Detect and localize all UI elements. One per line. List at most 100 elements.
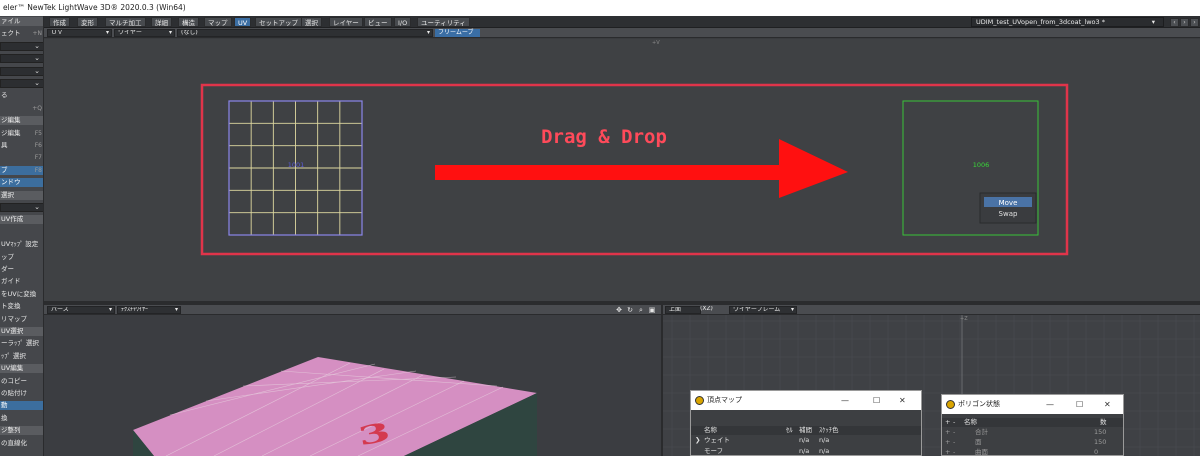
zoom-view-icon[interactable]: ⌕ — [637, 306, 645, 314]
expand-arrow-icon[interactable]: ❯ — [695, 436, 700, 445]
add-icon[interactable]: + — [945, 428, 950, 437]
add-icon[interactable]: + — [945, 448, 950, 455]
table-row[interactable]: + - 合計 150 — [942, 428, 1123, 437]
menu-tab[interactable]: 作成 — [49, 17, 70, 27]
top-view-type-dropdown[interactable]: 上面 — [665, 306, 701, 314]
menu-tab[interactable]: レイヤー — [329, 17, 363, 27]
left-panel-item[interactable] — [0, 228, 43, 237]
left-panel-item[interactable]: ェクト +N — [0, 29, 43, 38]
maximize-icon[interactable]: ☐ — [873, 391, 880, 410]
free-move-button[interactable]: フリームーブ — [435, 29, 480, 37]
uv-view-type-dropdown[interactable]: ＵＶ ▾ — [47, 29, 112, 37]
left-panel-item[interactable]: UVﾏｯﾌﾟ 設定 — [0, 240, 43, 249]
minimize-icon[interactable]: — — [841, 391, 849, 410]
left-panel-item[interactable]: をUVに変換 — [0, 290, 43, 299]
left-panel-item-label: UVﾏｯﾌﾟ 設定 — [1, 240, 39, 249]
add-icon[interactable]: + — [945, 438, 950, 447]
left-panel-item[interactable]: 動 — [0, 401, 43, 411]
col-name: 名称 — [704, 426, 717, 434]
left-panel-item-label: 選択 — [1, 190, 14, 199]
top-render-style-dropdown[interactable]: ワイヤーフレーム ▾ — [729, 306, 797, 314]
chevron-down-icon: ⌄ — [34, 79, 40, 87]
rotate-view-icon[interactable]: ↻ — [626, 306, 634, 314]
left-panel-item[interactable]: ⌄ — [0, 66, 43, 76]
lightwave-logo-icon — [695, 396, 704, 405]
row-name: ウェイト — [704, 436, 730, 444]
close-icon[interactable]: ✕ — [1104, 395, 1111, 414]
perspective-viewport[interactable]: 3 — [44, 315, 661, 456]
menu-tab[interactable]: セットアップ — [255, 17, 302, 27]
left-panel-item[interactable]: F7 — [0, 153, 43, 162]
left-panel-item[interactable]: る — [0, 91, 43, 100]
uv-viewport[interactable]: +V 1001 Drag & Drop 1006 Move Swap — [44, 39, 1200, 301]
left-panel-item-label: のコピー — [1, 376, 27, 385]
left-panel-item[interactable]: ガイド — [0, 277, 43, 286]
menu-tab[interactable]: UV — [234, 17, 252, 27]
minimize-icon[interactable]: — — [1046, 395, 1054, 414]
nav-next-icon[interactable]: › — [1180, 18, 1189, 27]
chevron-down-icon: ⌄ — [34, 41, 40, 50]
add-icon[interactable]: + — [945, 418, 950, 427]
table-header: + - 名称 数 — [942, 418, 1123, 427]
uv-viewport-toolbar: ＵＶ ▾ ワイヤー ▾ (なし) ▾ フリームーブ — [44, 28, 1200, 38]
object-selector[interactable]: UDIM_test_UVopen_from_3dcoat_lwo3 * ▾ — [971, 17, 1164, 27]
left-panel-item[interactable]: の貼付け — [0, 389, 43, 398]
left-panel-item[interactable]: ンドウ — [0, 178, 43, 188]
udim-tile-1001-label: 1001 — [288, 161, 305, 169]
menu-tab[interactable]: I/O — [394, 17, 412, 27]
maximize-view-icon[interactable]: ▣ — [648, 306, 656, 314]
row-interp: n/a — [799, 447, 810, 455]
left-panel-item[interactable]: ⌄ — [0, 203, 43, 212]
left-panel-item-label: 動 — [1, 401, 8, 410]
left-panel-item[interactable]: ⌄ — [0, 41, 43, 51]
persp-view-type-dropdown[interactable]: パース ▾ — [47, 306, 115, 314]
left-panel-item[interactable]: 具 F6 — [0, 141, 43, 150]
remove-icon[interactable]: - — [953, 438, 955, 447]
uv-map-dropdown[interactable]: (なし) ▾ — [177, 29, 433, 37]
left-panel-item[interactable]: ト変換 — [0, 302, 43, 311]
move-view-icon[interactable]: ✥ — [615, 306, 623, 314]
top-view-type-label: 上面 — [669, 306, 682, 313]
table-row[interactable]: ❯ ウェイト n/a n/a — [691, 436, 921, 445]
menu-tab[interactable]: 選択 — [301, 17, 322, 27]
close-icon[interactable]: ✕ — [899, 391, 906, 410]
table-row[interactable]: + - 曲面 0 — [942, 448, 1123, 455]
persp-render-style-dropdown[interactable]: ﾃｸｽﾁｬﾜｲﾔｰ ▾ — [117, 306, 181, 314]
left-panel-shortcut: +N — [32, 30, 42, 38]
menu-tab[interactable]: 構造 — [178, 17, 199, 27]
nav-prev-icon[interactable]: ‹ — [1170, 18, 1179, 27]
left-panel-item[interactable]: ブ F8 — [0, 165, 43, 175]
col-count: 数 — [1100, 418, 1107, 426]
left-panel-item[interactable]: ップ — [0, 253, 43, 262]
uv-view-type-label: ＵＶ — [51, 29, 64, 36]
menu-tab[interactable]: 変形 — [77, 17, 98, 27]
menu-tab[interactable]: ユーティリティ — [417, 17, 470, 27]
left-panel-item[interactable]: ーラｯﾌﾟ 選択 — [0, 339, 43, 348]
row-count: 150 — [1094, 438, 1107, 446]
menu-tab[interactable]: 詳細 — [151, 17, 172, 27]
remove-icon[interactable]: - — [953, 448, 955, 455]
col-interp: 補間 — [799, 426, 812, 434]
remove-icon[interactable]: - — [953, 418, 955, 427]
layer-menu-icon[interactable]: › — [1190, 18, 1199, 27]
left-panel-item-label: ｯﾌﾟ 選択 — [1, 351, 26, 360]
table-row[interactable]: モーフ n/a n/a — [691, 447, 921, 455]
left-panel-item[interactable]: の直線化 — [0, 439, 43, 448]
left-panel-item[interactable]: ジ編集 F5 — [0, 129, 43, 138]
left-panel-item[interactable]: ダー — [0, 265, 43, 274]
menu-tab[interactable]: マルチ加工 — [105, 17, 146, 27]
left-panel-item[interactable]: リマップ — [0, 315, 43, 324]
left-panel-item[interactable]: +Q — [0, 104, 43, 113]
uv-render-style-dropdown[interactable]: ワイヤー ▾ — [114, 29, 175, 37]
menu-tab[interactable]: ビュー — [364, 17, 392, 27]
menu-swap-label[interactable]: Swap — [999, 210, 1018, 218]
left-panel-item[interactable]: ⌄ — [0, 54, 43, 64]
left-panel-item[interactable]: 換 — [0, 414, 43, 423]
table-row[interactable]: + - 面 150 — [942, 438, 1123, 447]
maximize-icon[interactable]: ☐ — [1076, 395, 1083, 414]
left-panel-item[interactable]: ⌄ — [0, 79, 43, 88]
menu-tab[interactable]: マップ — [204, 17, 232, 27]
remove-icon[interactable]: - — [953, 428, 955, 437]
left-panel-item[interactable]: のコピー — [0, 376, 43, 386]
left-panel-item[interactable]: ｯﾌﾟ 選択 — [0, 351, 43, 361]
